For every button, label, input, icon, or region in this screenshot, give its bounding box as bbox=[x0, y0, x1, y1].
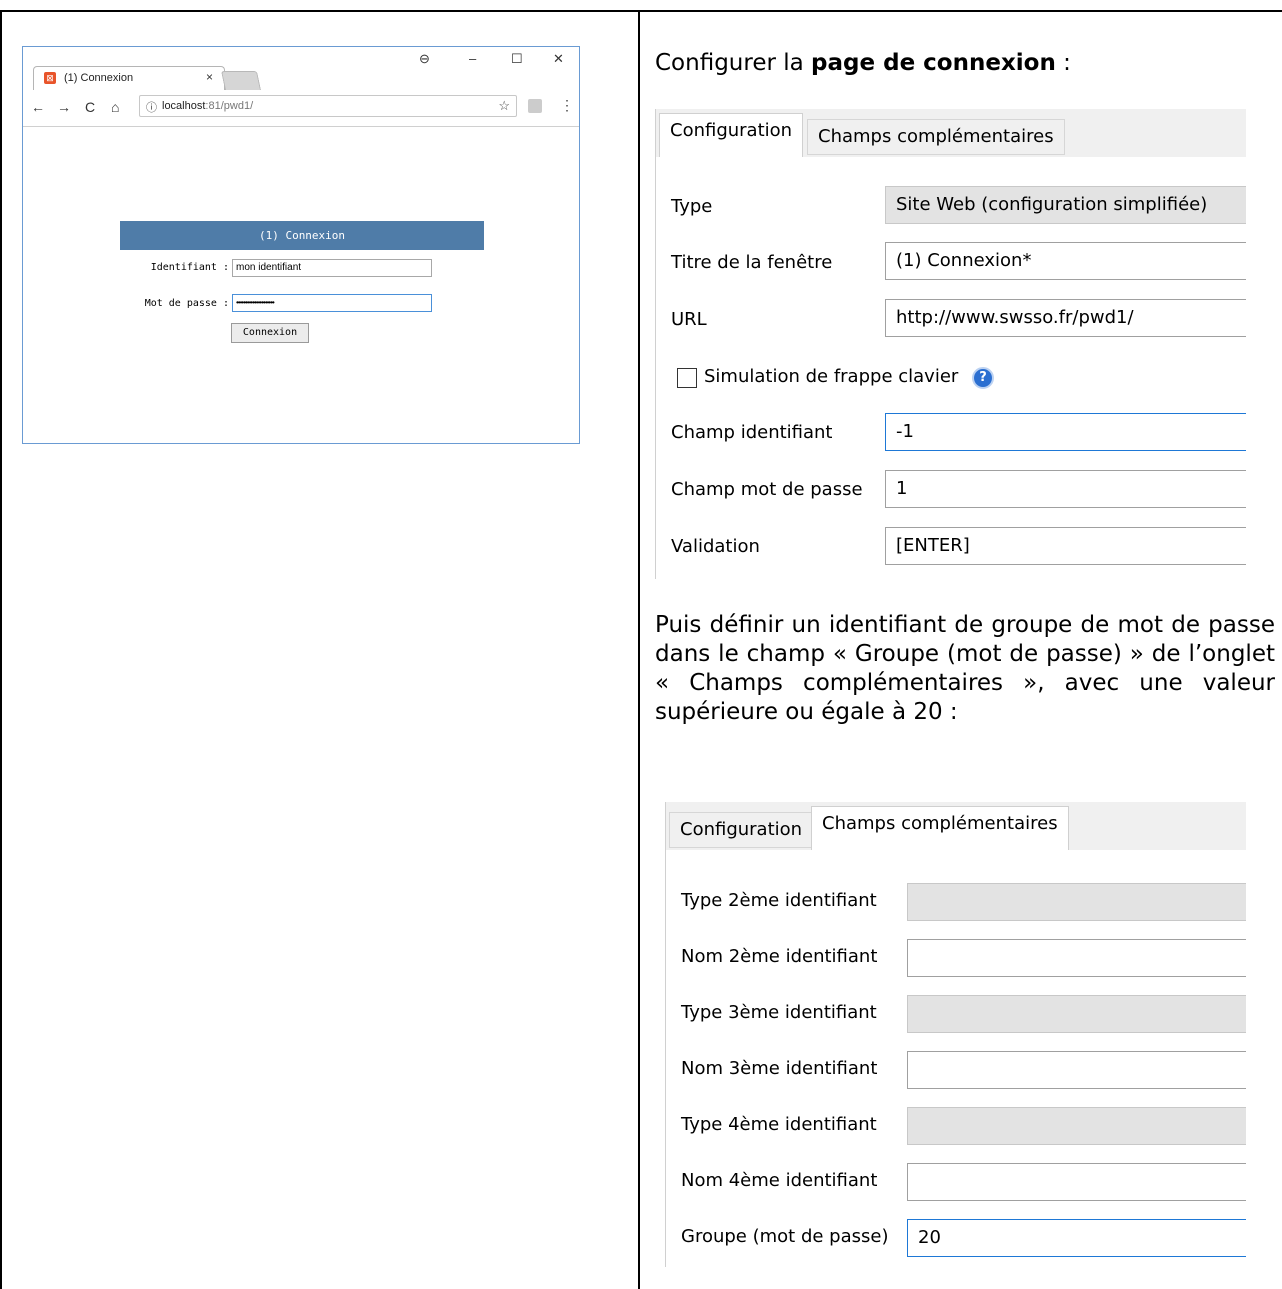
extra-fields-dialog: Configuration Champs complémentaires Typ… bbox=[665, 802, 1246, 1267]
connexion-button[interactable]: Connexion bbox=[231, 323, 309, 343]
instruction-paragraph: Puis définir un identifiant de groupe de… bbox=[655, 612, 1275, 725]
tab-configuration[interactable]: Configuration bbox=[659, 113, 804, 157]
type-2nd-id-field[interactable] bbox=[907, 883, 1246, 921]
reload-icon[interactable]: C bbox=[85, 99, 95, 115]
type-4th-id-label: Type 4ème identifiant bbox=[681, 1114, 877, 1135]
extension-icon[interactable] bbox=[528, 99, 542, 113]
url-field[interactable]: http://www.swsso.fr/pwd1/ bbox=[885, 299, 1246, 337]
password-label: Mot de passe : bbox=[144, 298, 229, 309]
tab-configuration[interactable]: Configuration bbox=[669, 812, 814, 848]
type-3rd-id-field[interactable] bbox=[907, 995, 1246, 1033]
type-label: Type bbox=[671, 196, 713, 217]
validation-field[interactable]: [ENTER] bbox=[885, 527, 1246, 565]
identifiant-label: Identifiant : bbox=[150, 262, 229, 273]
section-heading: Configurer la page de connexion : bbox=[655, 50, 1071, 76]
home-icon[interactable]: ⌂ bbox=[111, 99, 119, 115]
tab-champs-complementaires[interactable]: Champs complémentaires bbox=[807, 119, 1065, 155]
browser-tab-title: (1) Connexion bbox=[64, 72, 134, 84]
new-tab-button[interactable] bbox=[220, 71, 262, 90]
tab-champs-complementaires[interactable]: Champs complémentaires bbox=[811, 806, 1069, 850]
simulation-checkbox[interactable] bbox=[677, 368, 697, 388]
group-password-label: Groupe (mot de passe) bbox=[681, 1226, 889, 1247]
simulation-label: Simulation de frappe clavier bbox=[704, 366, 959, 387]
help-icon[interactable]: ? bbox=[972, 367, 994, 389]
window-title-label: Titre de la fenêtre bbox=[671, 252, 833, 273]
maximize-button[interactable]: ☐ bbox=[511, 51, 523, 67]
type-4th-id-field[interactable] bbox=[907, 1107, 1246, 1145]
bookmark-star-icon[interactable]: ☆ bbox=[498, 98, 510, 114]
tabstrip: Configuration Champs complémentaires bbox=[656, 109, 1246, 158]
name-3rd-id-field[interactable] bbox=[907, 1051, 1246, 1089]
id-field-input[interactable]: -1 bbox=[885, 413, 1246, 451]
menu-icon[interactable]: ⋮ bbox=[560, 97, 574, 114]
address-bar[interactable]: ⓘ localhost:81/pwd1/ ☆ bbox=[139, 95, 517, 117]
config-dialog: Configuration Champs complémentaires Typ… bbox=[655, 109, 1246, 579]
window-title-field[interactable]: (1) Connexion* bbox=[885, 242, 1246, 280]
browser-window: ⊠ (1) Connexion × ⊖ – ☐ ✕ ← → C ⌂ ⓘ loca… bbox=[22, 46, 580, 444]
type-field[interactable]: Site Web (configuration simplifiée) bbox=[885, 186, 1246, 224]
name-3rd-id-label: Nom 3ème identifiant bbox=[681, 1058, 878, 1079]
extra-fields-panel: Type 2ème identifiant Nom 2ème identifia… bbox=[666, 850, 1246, 1267]
browser-tab[interactable]: ⊠ (1) Connexion × bbox=[33, 66, 225, 91]
name-2nd-id-label: Nom 2ème identifiant bbox=[681, 946, 878, 967]
address-url: localhost:81/pwd1/ bbox=[162, 100, 254, 112]
group-password-field[interactable]: 20 bbox=[907, 1219, 1246, 1257]
validation-label: Validation bbox=[671, 536, 760, 557]
name-4th-id-field[interactable] bbox=[907, 1163, 1246, 1201]
minimize-button[interactable]: – bbox=[469, 51, 476, 66]
url-label: URL bbox=[671, 309, 707, 330]
info-icon[interactable]: ⓘ bbox=[146, 99, 157, 115]
browser-titlebar: ⊠ (1) Connexion × ⊖ – ☐ ✕ bbox=[23, 47, 579, 91]
identifiant-input[interactable]: mon identifiant bbox=[232, 259, 432, 277]
id-field-label: Champ identifiant bbox=[671, 422, 833, 443]
xampp-favicon-icon: ⊠ bbox=[44, 72, 56, 84]
login-form-header: (1) Connexion bbox=[120, 221, 484, 250]
forward-icon[interactable]: → bbox=[57, 99, 71, 115]
browser-toolbar: ← → C ⌂ ⓘ localhost:81/pwd1/ ☆ ⋮ bbox=[23, 90, 579, 127]
password-input[interactable]: ••••••••••••••••••••• bbox=[232, 294, 432, 312]
back-icon[interactable]: ← bbox=[31, 99, 45, 115]
account-icon[interactable]: ⊖ bbox=[419, 51, 430, 67]
close-tab-icon[interactable]: × bbox=[206, 70, 213, 84]
name-2nd-id-field[interactable] bbox=[907, 939, 1246, 977]
type-3rd-id-label: Type 3ème identifiant bbox=[681, 1002, 877, 1023]
tabstrip: Configuration Champs complémentaires bbox=[666, 802, 1246, 851]
type-2nd-id-label: Type 2ème identifiant bbox=[681, 890, 877, 911]
configuration-panel: Type Site Web (configuration simplifiée)… bbox=[656, 157, 1246, 579]
pwd-field-label: Champ mot de passe bbox=[671, 479, 863, 500]
close-window-button[interactable]: ✕ bbox=[553, 51, 564, 67]
pwd-field-input[interactable]: 1 bbox=[885, 470, 1246, 508]
name-4th-id-label: Nom 4ème identifiant bbox=[681, 1170, 878, 1191]
